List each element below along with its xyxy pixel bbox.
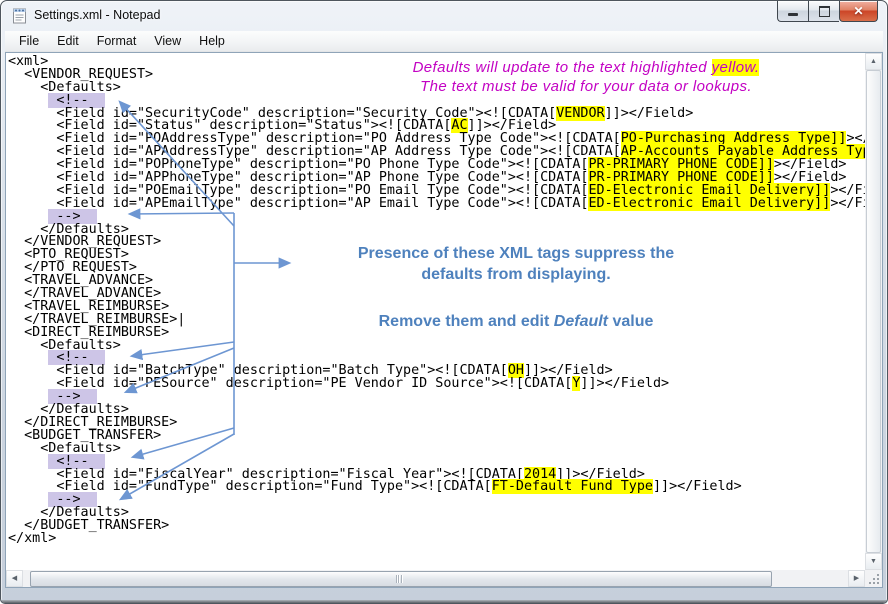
vertical-scrollbar[interactable]: ▲ ▼ [865, 53, 882, 570]
client-area: <xml> <VENDOR_REQUEST> <Defaults> <!-- <… [5, 52, 883, 588]
minimize-icon [788, 13, 798, 16]
magenta-callout: Defaults will update to the text highlig… [351, 58, 821, 96]
magenta-callout-line1: Defaults will update to the text highlig… [351, 58, 821, 77]
menu-item-edit[interactable]: Edit [48, 32, 88, 50]
code-line: </xml> [8, 533, 865, 546]
scroll-left-button[interactable]: ◀ [6, 570, 23, 587]
title-bar[interactable]: Settings.xml - Notepad ✕ [1, 1, 887, 31]
code-line: --> [8, 494, 865, 507]
scroll-down-icon: ▼ [870, 558, 877, 565]
menu-item-help[interactable]: Help [190, 32, 234, 50]
code-line: <Field id="FundType" description="Fund T… [8, 481, 865, 494]
blue-callout-line1: Presence of these XML tags suppress the [286, 243, 746, 264]
horizontal-scrollbar[interactable]: ◀ ▶ [6, 570, 865, 587]
window-title: Settings.xml - Notepad [34, 8, 160, 22]
scroll-down-button[interactable]: ▼ [865, 553, 882, 570]
horizontal-scrollbar-thumb[interactable] [30, 571, 772, 587]
menu-item-format[interactable]: Format [88, 32, 146, 50]
notepad-window: Settings.xml - Notepad ✕ FileEditFormatV… [0, 0, 888, 604]
close-icon: ✕ [853, 5, 863, 17]
menu-item-file[interactable]: File [10, 32, 48, 50]
text-area[interactable]: <xml> <VENDOR_REQUEST> <Defaults> <!-- <… [6, 53, 865, 570]
resize-grip[interactable] [865, 570, 882, 587]
window-bottom-edge [1, 600, 887, 603]
menu-item-view[interactable]: View [145, 32, 190, 50]
scroll-right-button[interactable]: ▶ [848, 570, 865, 587]
blue-callout: Presence of these XML tags suppress the … [286, 243, 746, 332]
resize-grip-icon [869, 574, 880, 585]
blue-callout-line2: defaults from displaying. [286, 264, 746, 285]
minimize-button[interactable] [777, 1, 808, 22]
code-line: <Defaults> [8, 340, 865, 353]
notepad-icon [11, 7, 28, 24]
close-button[interactable]: ✕ [839, 1, 878, 22]
scroll-up-icon: ▲ [870, 58, 877, 65]
code-line: --> [8, 211, 865, 224]
blue-callout-line3: Remove them and edit Default value [286, 311, 746, 332]
code-line: <Field id="APEmailType" description="AP … [8, 198, 865, 211]
code-line: <Field id="PESource" description="PE Ven… [8, 378, 865, 391]
code-line: --> [8, 391, 865, 404]
vertical-scrollbar-thumb[interactable] [866, 70, 881, 553]
maximize-button[interactable] [808, 1, 839, 22]
thumb-grip-icon [396, 575, 404, 583]
code-line: <BUDGET_TRANSFER> [8, 430, 865, 443]
maximize-icon [819, 6, 830, 17]
scroll-up-button[interactable]: ▲ [865, 53, 882, 70]
magenta-callout-line2: The text must be valid for your data or … [351, 77, 821, 96]
scroll-right-icon: ▶ [854, 575, 859, 582]
scroll-left-icon: ◀ [12, 575, 17, 582]
window-controls: ✕ [777, 1, 878, 22]
code-line: <Defaults> [8, 443, 865, 456]
code-line: </BUDGET_TRANSFER> [8, 520, 865, 533]
menu-bar: FileEditFormatViewHelp [5, 31, 883, 52]
